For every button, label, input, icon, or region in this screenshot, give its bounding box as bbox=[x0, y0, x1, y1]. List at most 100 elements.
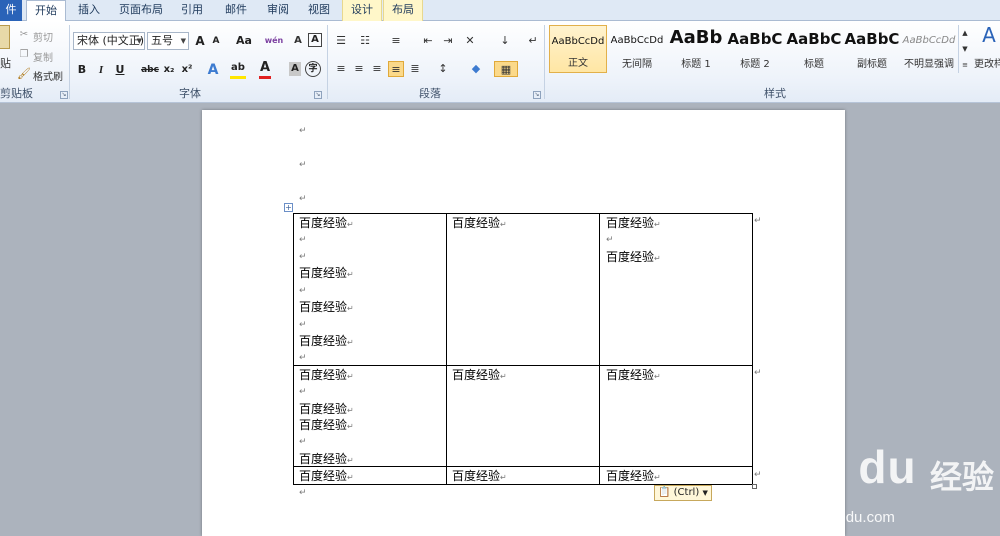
shrink-font-button[interactable]: A bbox=[210, 32, 222, 50]
align-center-icon[interactable]: ≡ bbox=[351, 61, 367, 77]
decrease-indent-icon[interactable]: ⇤ bbox=[420, 33, 436, 49]
justify-icon[interactable]: ≡ bbox=[388, 61, 404, 77]
tab-home[interactable]: 开始 bbox=[26, 0, 66, 22]
table-row-border[interactable] bbox=[293, 466, 753, 467]
numbering-icon[interactable]: ☷ bbox=[357, 33, 373, 49]
table-move-handle-icon[interactable]: + bbox=[284, 203, 293, 212]
tab-review[interactable]: 审阅 bbox=[258, 0, 298, 21]
style-subtle-emphasis[interactable]: AaBbCcDd 不明显强调 bbox=[901, 25, 957, 73]
distributed-icon[interactable]: ≣ bbox=[407, 61, 423, 77]
tab-file[interactable]: 件 bbox=[0, 0, 22, 21]
enclose-char-button[interactable]: 字 bbox=[305, 61, 321, 77]
cut-button[interactable]: 剪切 bbox=[33, 29, 53, 44]
text-effects-button[interactable]: A bbox=[206, 61, 220, 79]
format-painter-button[interactable]: 格式刷 bbox=[33, 68, 63, 83]
style-subtitle[interactable]: AaBbC 副标题 bbox=[843, 25, 901, 73]
italic-button[interactable]: I bbox=[95, 61, 107, 79]
show-marks-icon[interactable]: ↵ bbox=[525, 33, 541, 49]
change-styles-icon[interactable]: A bbox=[980, 25, 998, 49]
tab-table-layout[interactable]: 布局 bbox=[383, 0, 423, 21]
style-heading-2[interactable]: AaBbC 标题 2 bbox=[726, 25, 784, 73]
paragraph-mark: ↵ bbox=[299, 488, 307, 498]
table-cell-text[interactable]: 百度经验↵ bbox=[606, 368, 661, 384]
more-styles-icon[interactable]: ≡ bbox=[957, 57, 973, 73]
style-heading-1[interactable]: AaBb 标题 1 bbox=[667, 25, 725, 73]
multilevel-list-icon[interactable]: ≡ bbox=[388, 33, 404, 49]
clear-format-button[interactable]: A bbox=[290, 32, 306, 50]
asian-layout-icon[interactable]: ✕ bbox=[462, 33, 478, 49]
table-cell-text[interactable]: 百度经验↵ bbox=[299, 300, 354, 316]
tab-view[interactable]: 视图 bbox=[299, 0, 339, 21]
group-divider bbox=[69, 25, 70, 99]
paste-icon[interactable] bbox=[0, 25, 10, 49]
table-cell-text[interactable]: 百度经验↵ bbox=[299, 368, 354, 384]
style-normal[interactable]: AaBbCcDd 正文 bbox=[549, 25, 607, 73]
document-page[interactable]: ↵ ↵ ↵ + ↵ ↵ ↵ 百度经验↵ ↵ ↵ 百度经验↵ ↵ 百度经验↵ ↵ … bbox=[202, 110, 845, 536]
superscript-button[interactable]: x² bbox=[180, 61, 194, 79]
table-cell-text[interactable]: 百度经验↵ bbox=[299, 216, 354, 232]
table-cell-text[interactable]: 百度经验↵ bbox=[299, 402, 354, 418]
table-cell-text[interactable]: 百度经验↵ bbox=[606, 250, 661, 266]
strikethrough-button[interactable]: abc bbox=[141, 61, 159, 79]
align-left-icon[interactable]: ≡ bbox=[333, 61, 349, 77]
font-name-combo[interactable]: 宋体 (中文正) ▼ bbox=[73, 32, 145, 50]
bullets-icon[interactable]: ☰ bbox=[333, 33, 349, 49]
paste-options-button[interactable]: 📋 (Ctrl) ▼ bbox=[654, 485, 712, 501]
paste-button[interactable]: 贴 bbox=[0, 55, 11, 71]
ribbon-tab-bar: 件 开始 插入 页面布局 引用 邮件 审阅 视图 设计 布局 bbox=[0, 0, 1000, 22]
table-cell-text[interactable]: 百度经验↵ bbox=[606, 469, 661, 485]
table-cell-text[interactable]: 百度经验↵ bbox=[452, 469, 507, 485]
font-size-combo[interactable]: 五号 ▼ bbox=[147, 32, 189, 50]
subscript-button[interactable]: x₂ bbox=[162, 61, 176, 79]
table-cell-text[interactable]: 百度经验↵ bbox=[606, 216, 661, 232]
row-end-mark: ↵ bbox=[754, 216, 762, 226]
pinyin-guide-button[interactable]: wén bbox=[262, 32, 286, 50]
borders-icon[interactable]: ▦ bbox=[494, 61, 518, 77]
change-case-button[interactable]: Aa bbox=[235, 32, 253, 50]
clipboard-launcher-icon[interactable]: ↘ bbox=[60, 91, 68, 99]
table-column-border[interactable] bbox=[446, 213, 447, 485]
table-cell-text[interactable]: 百度经验↵ bbox=[299, 418, 354, 434]
chevron-down-icon[interactable]: ▼ bbox=[957, 41, 973, 57]
style-name: 无间隔 bbox=[622, 59, 652, 70]
change-styles-button[interactable]: 更改样 bbox=[974, 55, 1000, 70]
font-launcher-icon[interactable]: ↘ bbox=[314, 91, 322, 99]
align-right-icon[interactable]: ≡ bbox=[369, 61, 385, 77]
sort-icon[interactable]: ↓ bbox=[497, 33, 513, 49]
style-sample: AaBbC bbox=[727, 30, 783, 48]
copy-button[interactable]: 复制 bbox=[33, 49, 53, 64]
table-cell-text[interactable]: 百度经验↵ bbox=[299, 452, 354, 468]
bold-button[interactable]: B bbox=[76, 61, 88, 79]
char-border-button[interactable]: A bbox=[308, 33, 322, 47]
tab-insert[interactable]: 插入 bbox=[70, 0, 108, 21]
style-sample: AaBbCcDd bbox=[902, 35, 956, 46]
font-color-button[interactable]: A bbox=[259, 61, 271, 79]
char-shading-button[interactable]: A bbox=[289, 62, 301, 76]
table-cell-text[interactable]: 百度经验↵ bbox=[299, 266, 354, 282]
table-column-border[interactable] bbox=[599, 213, 600, 485]
table-cell-text[interactable]: 百度经验↵ bbox=[452, 368, 507, 384]
chevron-up-icon[interactable]: ▲ bbox=[957, 25, 973, 41]
highlight-button[interactable]: ab bbox=[230, 61, 246, 79]
styles-gallery-scroller[interactable]: ▲ ▼ ≡ bbox=[958, 25, 971, 73]
table-cell-text[interactable]: 百度经验↵ bbox=[452, 216, 507, 232]
tab-references[interactable]: 引用 bbox=[172, 0, 212, 21]
table-resize-handle[interactable] bbox=[752, 484, 757, 489]
word-table[interactable] bbox=[293, 213, 753, 485]
underline-button[interactable]: U bbox=[114, 61, 126, 79]
table-row-border[interactable] bbox=[293, 365, 753, 366]
shading-icon[interactable]: ◆ bbox=[468, 61, 484, 77]
table-cell-text[interactable]: 百度经验↵ bbox=[299, 334, 354, 350]
tab-mailings[interactable]: 邮件 bbox=[216, 0, 256, 21]
paragraph-launcher-icon[interactable]: ↘ bbox=[533, 91, 541, 99]
table-cell-text[interactable]: 百度经验↵ bbox=[299, 469, 354, 485]
line-spacing-icon[interactable]: ↕ bbox=[435, 61, 451, 77]
style-no-spacing[interactable]: AaBbCcDd 无间隔 bbox=[608, 25, 666, 73]
style-title[interactable]: AaBbC 标题 bbox=[785, 25, 843, 73]
tab-table-design[interactable]: 设计 bbox=[342, 0, 382, 21]
tab-page-layout[interactable]: 页面布局 bbox=[113, 0, 169, 21]
increase-indent-icon[interactable]: ⇥ bbox=[440, 33, 456, 49]
style-name: 标题 bbox=[804, 59, 824, 70]
watermark-logo: Bai du bbox=[770, 441, 917, 493]
grow-font-button[interactable]: A bbox=[193, 32, 207, 50]
